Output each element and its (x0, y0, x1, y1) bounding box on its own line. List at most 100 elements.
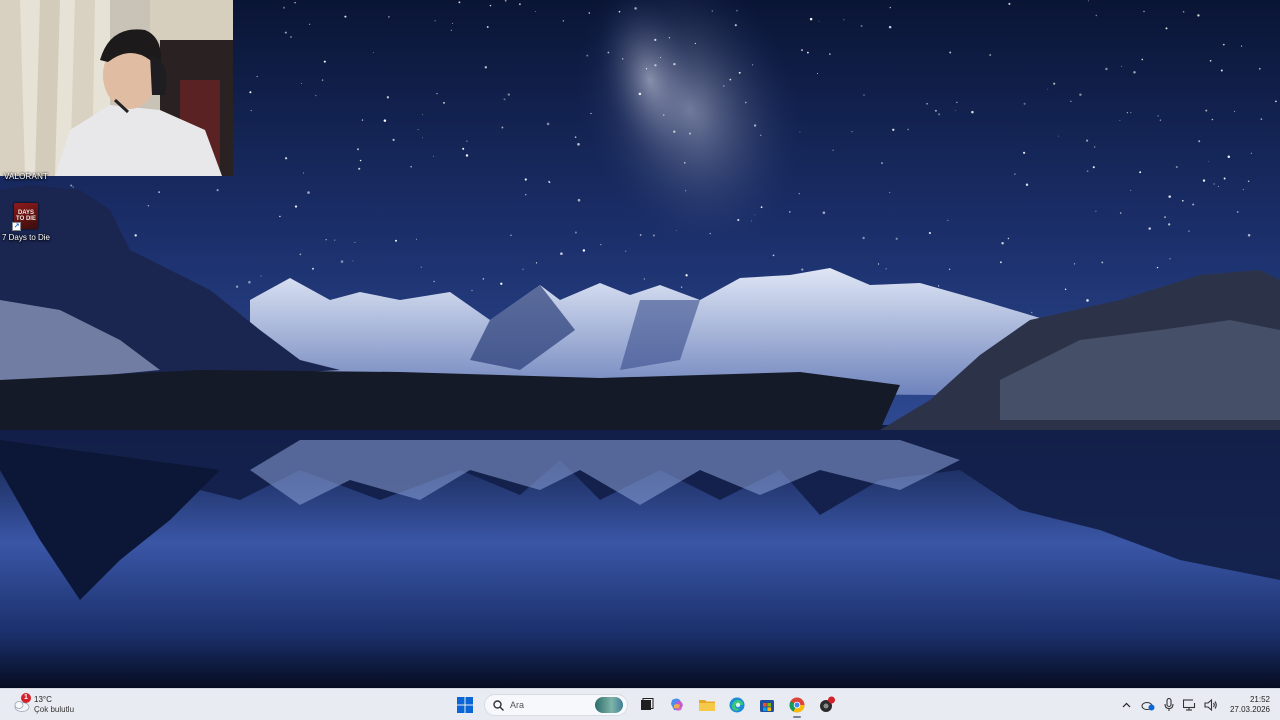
star (1121, 66, 1123, 67)
star (949, 51, 952, 54)
star (294, 205, 298, 208)
star (832, 149, 834, 151)
star (638, 92, 642, 96)
taskbar-search-box[interactable]: Ara (484, 694, 628, 716)
star (1220, 69, 1223, 72)
star (420, 266, 422, 268)
star (471, 290, 473, 292)
star (1000, 261, 1002, 264)
microsoft-store-button[interactable] (754, 692, 780, 718)
star (465, 154, 469, 157)
star (358, 167, 361, 170)
star (1014, 173, 1016, 175)
star (851, 131, 853, 133)
star (1095, 210, 1097, 212)
star (753, 124, 757, 127)
star (862, 236, 865, 240)
star (308, 23, 311, 26)
clock-time: 21:52 (1249, 695, 1270, 704)
show-hidden-icons-button[interactable] (1118, 696, 1136, 714)
star (1211, 118, 1214, 121)
weather-widget[interactable]: 1 13°C Çok bulutlu (12, 693, 74, 717)
file-explorer-icon (699, 700, 715, 711)
star (1047, 88, 1049, 90)
star (860, 24, 863, 28)
star (789, 211, 791, 213)
star (938, 113, 941, 116)
star (1079, 93, 1082, 96)
star (1223, 177, 1226, 180)
edge-button[interactable] (724, 692, 750, 718)
onedrive-button[interactable] (1139, 696, 1157, 714)
start-button[interactable] (452, 692, 478, 718)
star (1141, 58, 1144, 61)
star (1064, 288, 1067, 290)
star (760, 206, 763, 209)
star (818, 20, 820, 22)
star (624, 250, 627, 253)
taskbar-center: Ara (450, 691, 842, 719)
star (1227, 155, 1231, 158)
shortcut-arrow-icon: ↗ (12, 222, 21, 231)
star (1105, 67, 1108, 71)
7-days-to-die-icon-text: DAYS TO DIE (16, 210, 36, 222)
star (1129, 189, 1132, 192)
star (422, 114, 424, 116)
weather-condition: Çok bulutlu (34, 705, 75, 714)
star (889, 191, 891, 194)
star (451, 22, 454, 24)
star (1222, 43, 1225, 46)
task-view-button[interactable] (634, 692, 660, 718)
chrome-icon (789, 697, 805, 713)
star (892, 128, 895, 131)
file-explorer-button[interactable] (694, 692, 720, 718)
star (1030, 311, 1033, 314)
star (1023, 151, 1026, 154)
star (1241, 45, 1243, 47)
network-button[interactable] (1181, 696, 1199, 714)
star (809, 17, 813, 21)
star (684, 162, 686, 164)
edge-icon (729, 697, 745, 713)
star (621, 58, 624, 60)
chrome-button[interactable] (784, 692, 810, 718)
star (751, 64, 754, 66)
star (299, 253, 302, 256)
copilot-icon (671, 698, 683, 711)
star (359, 159, 362, 162)
volume-button[interactable] (1202, 696, 1220, 714)
star (680, 286, 683, 288)
star (668, 37, 671, 39)
star (881, 162, 883, 165)
copilot-button[interactable] (664, 692, 690, 718)
star (388, 16, 390, 18)
star (947, 219, 949, 222)
star (600, 243, 602, 246)
star (434, 20, 436, 22)
star (938, 285, 940, 287)
star (1275, 100, 1277, 103)
microphone-button[interactable] (1160, 696, 1178, 714)
taskbar: 1 13°C Çok bulutlu Ara 21:52 27.03.2026 (0, 688, 1280, 720)
star (895, 237, 898, 240)
star (443, 102, 445, 104)
desktop-icon-label-valorant[interactable]: VALORANT (4, 172, 48, 181)
star (709, 232, 711, 235)
star (954, 109, 956, 111)
star (822, 211, 826, 214)
clock[interactable]: 21:52 27.03.2026 (1230, 695, 1270, 715)
star (323, 60, 326, 63)
star (560, 252, 563, 255)
star (534, 11, 536, 13)
star (1156, 266, 1159, 269)
star (392, 138, 395, 142)
star (344, 15, 347, 18)
star (433, 155, 434, 157)
star (643, 278, 645, 280)
star (799, 131, 801, 133)
star (751, 220, 753, 222)
app-button[interactable] (814, 692, 840, 718)
star (436, 92, 438, 95)
desktop-icon-7-days-to-die[interactable]: DAYS TO DIE ↗ 7 Days to Die (0, 203, 52, 251)
star (546, 122, 550, 126)
